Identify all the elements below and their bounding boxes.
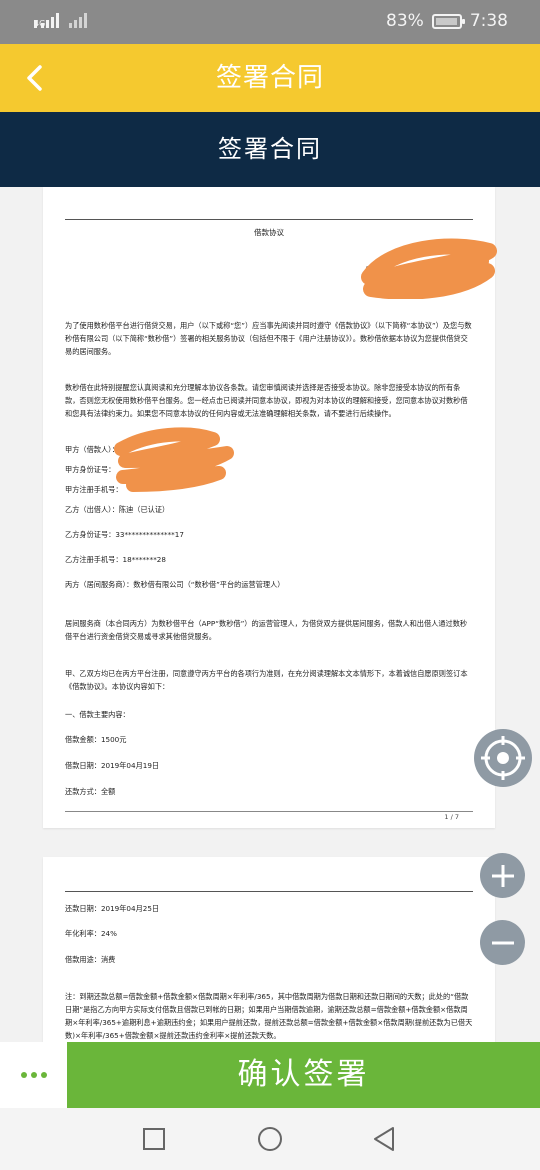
repayment-note: 注：到期还款总额=借款金额+借款金额×借款周期×年利率/365，其中借款周期为借… [65,992,473,1040]
redaction-scribble [361,238,497,299]
more-options-button[interactable] [0,1042,67,1108]
locate-button[interactable] [474,729,532,787]
triangle-back-icon [374,1127,394,1151]
status-right: 83% 7:38 [386,11,508,31]
notice-paragraph: 数秒借在此特别提醒您认真阅读和充分理解本协议各条款。请您审慎阅读并选择是否接受本… [65,383,468,418]
more-dots-icon [20,1072,27,1078]
loan-amount: 借款金额：1500元 [65,735,127,744]
app-title: 签署合同 [215,63,324,93]
repayment-date: 还款日期：2019年04月25日 [65,904,160,913]
pdf-viewer[interactable]: 借款协议 th 为了使用数秒借平台进行借贷交易，用户（以下或称“您”）应当事先阅… [0,187,540,1042]
page-top-rule [65,891,473,892]
pdf-page-1: 借款协议 th 为了使用数秒借平台进行借贷交易，用户（以下或称“您”）应当事先阅… [43,187,497,828]
recent-apps-button[interactable] [140,1125,168,1153]
square-icon [143,1128,165,1150]
annual-rate: 年化利率：24% [65,929,117,938]
confirm-sign-button[interactable]: 确认签署 [67,1042,540,1108]
minus-icon [491,941,514,944]
battery-percent: 83% [386,11,424,31]
page-top-rule [65,219,473,220]
service-paragraph: 居间服务商（本合同丙方）为数秒借平台（APP“数秒借”）的运营管理人，为借贷双方… [65,619,468,641]
page-number: 1 / 7 [444,813,459,821]
crosshair-icon [481,736,525,780]
loan-date: 借款日期：2019年04月19日 [65,761,160,770]
zoom-in-button[interactable] [480,853,525,898]
system-nav-bar [0,1108,540,1170]
plus-icon [491,864,514,887]
signal-icon [69,12,87,28]
intro-paragraph: 为了使用数秒借平台进行借贷交易，用户（以下或称“您”）应当事先阅读并同时遵守《借… [65,321,472,356]
party-c: 丙方（居间服务商）：数秒借有限公司（“数秒借”平台的运营管理人） [65,580,285,589]
agreement-basis-paragraph: 甲、乙双方均已在丙方平台注册，同意遵守丙方平台的各项行为准则，在充分阅读理解本文… [65,669,468,691]
pdf-page-2: 还款日期：2019年04月25日 年化利率：24% 借款用途：消费 注：到期还款… [43,857,495,1042]
clock: 7:38 [469,11,508,31]
signal-icon: 4G [34,12,59,28]
party-b-id: 乙方身份证号：33**************17 [65,530,184,539]
home-button[interactable] [256,1125,284,1153]
section-1-heading: 一、借款主要内容： [65,710,130,719]
circle-icon [258,1127,282,1151]
page-bottom-rule [65,811,473,812]
redaction-scribble [114,427,234,492]
loan-purpose: 借款用途：消费 [65,955,116,964]
status-bar: 4G 83% 7:38 [0,0,540,44]
nav-back-button[interactable] [370,1125,398,1153]
battery-icon [431,13,465,29]
party-b-phone: 乙方注册手机号：18*******28 [65,555,166,564]
bottom-action-bar: 确认签署 [0,1042,540,1108]
repayment-method: 还款方式：全额 [65,787,116,796]
app-bar: 签署合同 [0,44,540,112]
signal-area: 4G [34,12,87,28]
document-header: 签署合同 [0,112,540,187]
party-b: 乙方（出借人）：陈迪（已认证） [65,505,170,514]
zoom-out-button[interactable] [480,920,525,965]
network-type-label: 4G [34,19,46,28]
